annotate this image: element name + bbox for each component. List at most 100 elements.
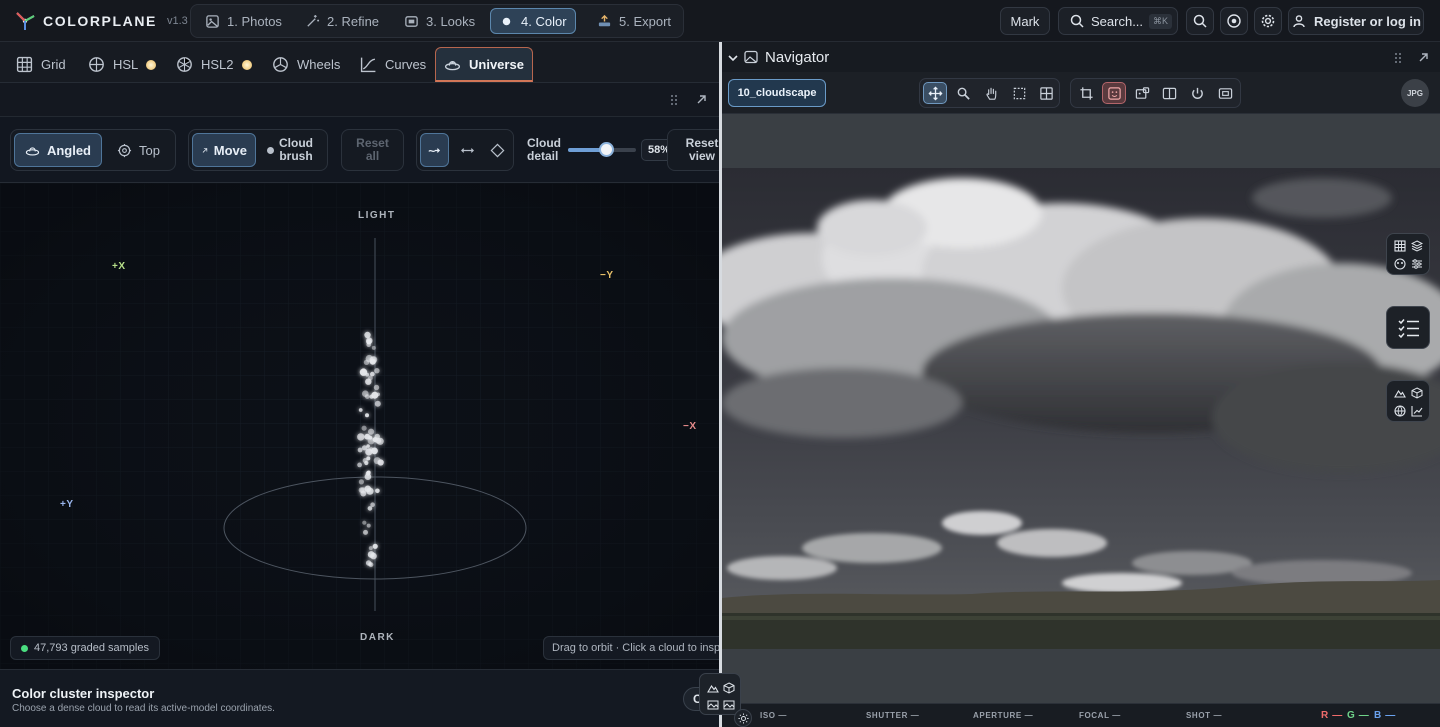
crop-button[interactable] bbox=[1074, 82, 1098, 104]
focal-readout: FOCAL — bbox=[1079, 711, 1121, 720]
minus-y-label: −Y bbox=[600, 270, 614, 281]
frame-button[interactable] bbox=[1213, 82, 1237, 104]
quick-search-button[interactable] bbox=[1186, 7, 1214, 35]
zoom-button[interactable] bbox=[951, 82, 975, 104]
app-logo[interactable]: COLORPLANE v1.3 bbox=[14, 10, 188, 32]
top-button[interactable]: Top bbox=[107, 133, 170, 167]
sample-point bbox=[357, 433, 365, 441]
angled-button[interactable]: Angled bbox=[14, 133, 102, 167]
canvas-margin-bottom bbox=[722, 649, 1440, 703]
slider-knob[interactable] bbox=[599, 142, 615, 157]
search-shortcut: ⌘K bbox=[1149, 13, 1173, 29]
drag-handle-icon[interactable] bbox=[668, 94, 680, 106]
status-dot-icon bbox=[21, 644, 28, 652]
angled-label: Angled bbox=[46, 142, 91, 158]
reset-all-button[interactable]: Reset all bbox=[341, 129, 404, 171]
gear-icon bbox=[1261, 14, 1275, 28]
compare-button[interactable] bbox=[1130, 82, 1154, 104]
drag-handle-icon[interactable] bbox=[1392, 52, 1404, 64]
cube-icon[interactable] bbox=[1411, 387, 1423, 399]
squiggle-button[interactable] bbox=[420, 133, 449, 167]
chart-icon[interactable] bbox=[1411, 405, 1423, 417]
horizontal-arrows-button[interactable] bbox=[453, 133, 481, 167]
power-button[interactable] bbox=[1185, 82, 1209, 104]
cloud-brush-button[interactable]: Cloud brush bbox=[261, 133, 319, 167]
register-button[interactable]: Register or log in bbox=[1288, 7, 1424, 35]
universe-toolbar: Angled Top Move Cloud brush Reset all Cl… bbox=[0, 117, 719, 183]
layers-icon[interactable] bbox=[1411, 240, 1423, 252]
face-detect-button[interactable] bbox=[1102, 82, 1126, 104]
chevron-down-icon[interactable] bbox=[727, 52, 739, 64]
palette-icon[interactable] bbox=[1394, 258, 1406, 270]
splitter-toolbox bbox=[699, 673, 741, 715]
grid-icon[interactable] bbox=[1394, 240, 1406, 252]
tab-universe[interactable]: Universe bbox=[435, 47, 533, 82]
universe-plot bbox=[0, 183, 719, 669]
search-button[interactable]: Search... ⌘K bbox=[1058, 7, 1178, 35]
landscape-icon[interactable] bbox=[723, 699, 735, 711]
step-export[interactable]: 5. Export bbox=[589, 9, 679, 33]
arrows-horizontal-icon bbox=[460, 147, 474, 153]
universe-icon bbox=[25, 146, 40, 156]
globe-icon[interactable] bbox=[1394, 405, 1406, 417]
brush-dot-icon bbox=[267, 146, 274, 154]
layers-toolbox bbox=[1386, 233, 1430, 275]
curves-icon bbox=[360, 57, 376, 73]
tab-grid[interactable]: Grid bbox=[8, 47, 74, 82]
expand-icon[interactable] bbox=[1417, 51, 1430, 64]
mountains-icon[interactable] bbox=[707, 682, 719, 694]
color-universe-canvas[interactable]: LIGHT DARK +X −Y −X +Y bbox=[0, 183, 719, 669]
mountains-icon[interactable] bbox=[1394, 387, 1406, 399]
cube-icon[interactable] bbox=[723, 682, 735, 694]
crop-icon bbox=[1079, 86, 1093, 100]
tab-curves[interactable]: Curves bbox=[352, 47, 434, 82]
hand-button[interactable] bbox=[979, 82, 1003, 104]
sliders-icon[interactable] bbox=[1411, 258, 1423, 270]
step-looks[interactable]: 3. Looks bbox=[396, 9, 483, 33]
pan-button[interactable] bbox=[923, 82, 947, 104]
sample-point bbox=[374, 368, 380, 374]
split-view-icon bbox=[1162, 87, 1176, 99]
user-icon bbox=[1293, 15, 1305, 28]
step-refine[interactable]: 2. Refine bbox=[297, 9, 387, 33]
sample-point bbox=[375, 488, 380, 494]
expand-icon[interactable] bbox=[695, 93, 708, 106]
step-color[interactable]: 4. Color bbox=[490, 8, 576, 34]
focus-button[interactable] bbox=[1220, 7, 1248, 35]
tab-label: Grid bbox=[41, 57, 66, 72]
universe-icon bbox=[444, 60, 461, 70]
move-button[interactable]: Move bbox=[192, 133, 256, 167]
reset-view-button[interactable]: Reset view bbox=[667, 129, 719, 171]
marquee-button[interactable] bbox=[1007, 82, 1031, 104]
cluster-inspector: Color cluster inspector Choose a dense c… bbox=[0, 669, 723, 727]
landscape-icon[interactable] bbox=[707, 699, 719, 711]
checklist-button[interactable] bbox=[1386, 306, 1430, 349]
sample-point bbox=[362, 458, 368, 463]
wand-icon bbox=[307, 14, 320, 27]
dot-icon bbox=[502, 17, 511, 25]
sample-point bbox=[367, 437, 375, 445]
compare-icon bbox=[1135, 86, 1149, 99]
cloud-detail-slider[interactable] bbox=[568, 142, 636, 157]
theme-toggle-button[interactable] bbox=[734, 709, 752, 727]
sample-point bbox=[361, 445, 368, 451]
green-readout: G — bbox=[1347, 710, 1370, 721]
shutter-readout: SHUTTER — bbox=[866, 711, 920, 720]
tab-hsl[interactable]: HSL bbox=[80, 47, 164, 82]
step-photos[interactable]: 1. Photos bbox=[197, 9, 290, 33]
grid-view-button[interactable] bbox=[1034, 82, 1058, 104]
mark-button[interactable]: Mark bbox=[1000, 7, 1050, 35]
zoom-icon bbox=[957, 87, 970, 100]
image-icon bbox=[206, 14, 219, 28]
sun-icon bbox=[146, 59, 157, 70]
file-name-chip[interactable]: 10_cloudscape bbox=[728, 79, 826, 107]
top-bar: COLORPLANE v1.3 1. Photos 2. Refine 3. L… bbox=[0, 0, 1440, 42]
tab-wheels[interactable]: Wheels bbox=[264, 47, 348, 82]
split-view-button[interactable] bbox=[1157, 82, 1181, 104]
settings-button[interactable] bbox=[1254, 7, 1282, 35]
tab-hsl2[interactable]: HSL2 bbox=[168, 47, 260, 82]
sample-point bbox=[367, 551, 375, 558]
diamond-button[interactable] bbox=[483, 133, 511, 167]
sample-point bbox=[376, 392, 381, 397]
checklist-icon bbox=[1398, 319, 1419, 338]
